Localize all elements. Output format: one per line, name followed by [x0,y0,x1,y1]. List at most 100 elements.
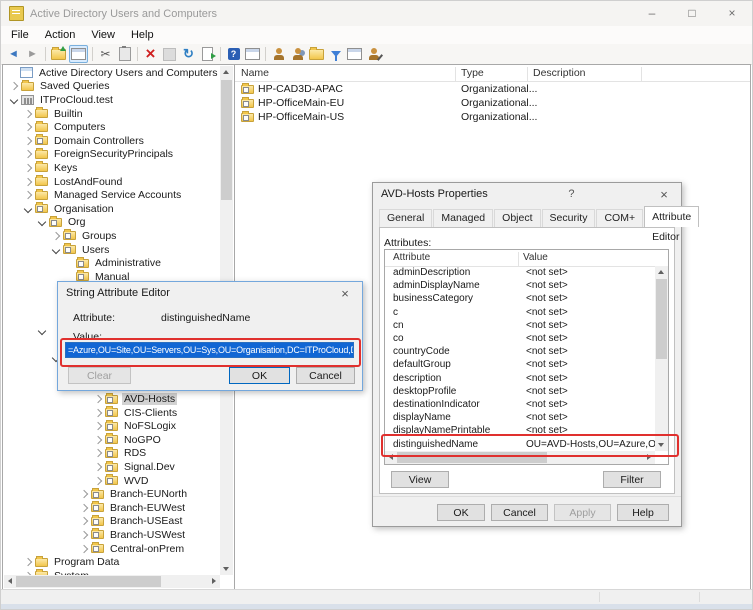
tree-item-wvd[interactable]: WVD [3,474,220,488]
tree-item-keys[interactable]: Keys [3,161,220,175]
tree-item-domain-controllers[interactable]: Domain Controllers [3,134,220,148]
tree-item-administrative[interactable]: Administrative [3,256,220,270]
chevron-down-icon[interactable] [38,327,46,335]
apply-button[interactable]: Apply [554,504,611,521]
column-name[interactable]: Name [241,67,269,79]
ok-button[interactable]: OK [229,367,290,384]
tree-item-nogpo[interactable]: NoGPO [3,433,220,447]
tree-item-managed-service-accounts[interactable]: Managed Service Accounts [3,188,220,202]
attribute-row-destinationindicator[interactable]: destinationIndicator<not set> [385,398,655,411]
column-type[interactable]: Type [461,67,484,79]
menu-view[interactable]: View [83,29,123,41]
menu-help[interactable]: Help [123,29,162,41]
tab-managed-by[interactable]: Managed By [433,209,493,227]
grid-horizontal-scrollbar[interactable] [385,451,655,464]
chevron-right-icon[interactable] [94,476,102,484]
view-button[interactable]: View [391,471,449,488]
attribute-row-displaynameprintable[interactable]: displayNamePrintable<not set> [385,424,655,437]
tree-item-foreignsecurityprincipals[interactable]: ForeignSecurityPrincipals [3,148,220,162]
chevron-right-icon[interactable] [80,544,88,552]
tab-security[interactable]: Security [542,209,596,227]
tab-object[interactable]: Object [494,209,540,227]
menu-file[interactable]: File [3,29,37,41]
console-window-icon[interactable] [346,46,363,62]
scrollbar-thumb[interactable] [221,80,232,200]
tab-com-[interactable]: COM+ [596,209,643,227]
attribute-row-businesscategory[interactable]: businessCategory<not set> [385,292,655,305]
tree-item-saved-queries[interactable]: Saved Queries [3,80,220,94]
chevron-down-icon[interactable] [24,204,32,212]
tree-item-avd-hosts[interactable]: AVD-Hosts [3,392,220,406]
attribute-row-description[interactable]: description<not set> [385,372,655,385]
chevron-right-icon[interactable] [24,177,32,185]
attributes-grid[interactable]: Attribute Value adminDescription<not set… [384,249,669,465]
chevron-right-icon[interactable] [24,191,32,199]
scroll-down-icon[interactable] [223,567,229,571]
help-button[interactable]: Help [617,504,669,521]
up-one-level-icon[interactable] [50,46,67,62]
delete-icon[interactable] [142,46,159,62]
scroll-right-icon[interactable] [212,578,216,584]
cancel-button[interactable]: Cancel [491,504,548,521]
delegate-control-icon[interactable] [365,46,382,62]
chevron-right-icon[interactable] [94,449,102,457]
grid-column-attribute[interactable]: Attribute [393,252,430,263]
chevron-right-icon[interactable] [24,123,32,131]
tree-horizontal-scrollbar[interactable] [4,575,220,588]
new-user-icon[interactable] [270,46,287,62]
maximize-button[interactable]: □ [672,1,712,26]
chevron-right-icon[interactable] [24,137,32,145]
column-divider[interactable] [455,67,456,81]
menu-action[interactable]: Action [37,29,84,41]
cut-icon[interactable] [97,46,114,62]
tree-item-cis-clients[interactable]: CIS-Clients [3,406,220,420]
chevron-right-icon[interactable] [94,422,102,430]
chevron-right-icon[interactable] [94,408,102,416]
chevron-down-icon[interactable] [52,245,60,253]
chevron-right-icon[interactable] [24,558,32,566]
tree-item-branch-useast[interactable]: Branch-USEast [3,515,220,529]
chevron-right-icon[interactable] [10,82,18,90]
attribute-row-co[interactable]: co<not set> [385,332,655,345]
chevron-right-icon[interactable] [80,490,88,498]
dialog-help-icon[interactable]: ? [558,188,584,200]
tree-item-users[interactable]: Users [3,243,220,257]
dialog-close-icon[interactable]: × [655,187,673,202]
properties-icon[interactable] [161,46,178,62]
tree-item-org[interactable]: Org [3,216,220,230]
tree-item-nofslogix[interactable]: NoFSLogix [3,419,220,433]
chevron-right-icon[interactable] [94,436,102,444]
filter-icon[interactable] [327,46,344,62]
tree-item-branch-eunorth[interactable]: Branch-EUNorth [3,487,220,501]
tree-item-branch-uswest[interactable]: Branch-USWest [3,528,220,542]
column-divider[interactable] [527,67,528,81]
new-group-icon[interactable] [289,46,306,62]
string-editor-titlebar[interactable]: String Attribute Editor × [58,282,362,304]
scrollbar-thumb[interactable] [656,279,667,359]
forward-icon[interactable] [24,46,41,62]
tree-item-central-onprem[interactable]: Central-onPrem [3,542,220,556]
chevron-right-icon[interactable] [24,150,32,158]
list-item-hp-officemain-us[interactable]: HP-OfficeMain-USOrganizational... [235,110,750,124]
tree-item-builtin[interactable]: Builtin [3,107,220,121]
chevron-down-icon[interactable] [10,96,18,104]
chevron-right-icon[interactable] [52,232,60,240]
paste-icon[interactable] [116,46,133,62]
column-divider[interactable] [641,67,642,81]
tree-item-itprocloud-test[interactable]: ITProCloud.test [3,93,220,107]
chevron-right-icon[interactable] [94,463,102,471]
new-ou-icon[interactable] [308,46,325,62]
properties-dialog-titlebar[interactable]: AVD-Hosts Properties ? × [373,183,681,205]
clear-button[interactable]: Clear [68,367,131,384]
scroll-up-icon[interactable] [658,270,664,274]
chevron-right-icon[interactable] [80,517,88,525]
tree-item-rds[interactable]: RDS [3,447,220,461]
export-list-icon[interactable] [199,46,216,62]
scrollbar-thumb[interactable] [397,452,547,463]
filter-button[interactable]: Filter [603,471,661,488]
list-item-hp-cad3d-apac[interactable]: HP-CAD3D-APACOrganizational... [235,82,750,96]
scroll-left-icon[interactable] [389,454,393,460]
column-divider[interactable] [518,252,519,266]
help-icon[interactable]: ? [225,46,242,62]
attribute-row-distinguishedname[interactable]: distinguishedNameOU=AVD-Hosts,OU=Azure,O… [385,437,655,450]
